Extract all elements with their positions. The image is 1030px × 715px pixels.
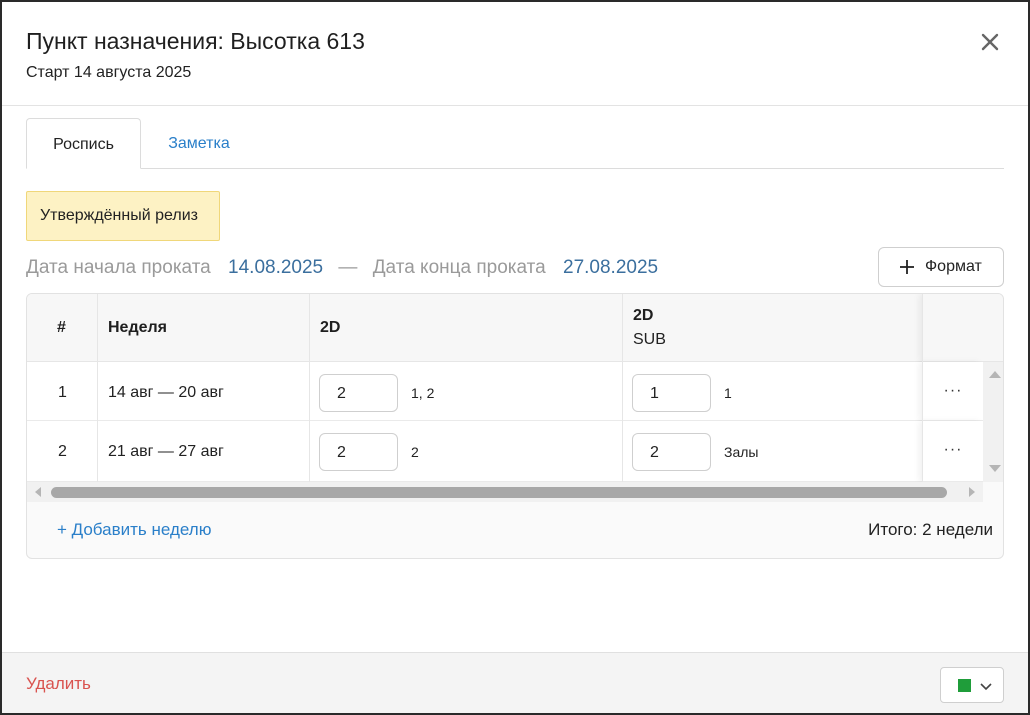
row-number: 1 <box>58 384 67 401</box>
delete-button[interactable]: Удалить <box>26 674 91 694</box>
row-menu-button[interactable]: ··· <box>941 442 965 461</box>
modal-subtitle: Старт 14 августа 2025 <box>26 64 192 81</box>
row-number: 2 <box>58 443 67 460</box>
column-header-num: # <box>57 319 66 336</box>
column-divider <box>922 294 923 482</box>
chevron-down-icon <box>980 683 992 691</box>
column-header-format-2d: 2D <box>320 319 341 336</box>
close-button[interactable] <box>974 26 1006 58</box>
table-header-actions <box>923 294 1003 362</box>
scroll-left-icon[interactable] <box>35 487 41 497</box>
column-divider <box>309 294 310 482</box>
close-icon <box>981 33 999 51</box>
modal-footer: Удалить <box>2 652 1028 713</box>
format-2d-count-input[interactable]: 2 <box>319 374 398 412</box>
tab-note[interactable]: Заметка <box>141 118 257 169</box>
format-2d-count-input[interactable]: 2 <box>319 433 398 471</box>
start-date-value: 14.08.2025 <box>228 257 324 278</box>
color-swatch <box>958 679 971 692</box>
schedule-table: # Неделя 2D 2D SUB 1 14 авг — 20 авг 2 1… <box>27 294 1003 502</box>
format-2d-sub-count-input[interactable]: 2 <box>632 433 711 471</box>
release-dates: Дата начала проката 14.08.2025 — Дата ко… <box>26 257 658 281</box>
format-2d-halls[interactable]: 2 <box>411 444 419 460</box>
format-2d-sub-count-input[interactable]: 1 <box>632 374 711 412</box>
end-date-value: 27.08.2025 <box>563 257 659 278</box>
tab-bar: Роспись Заметка <box>26 118 1004 169</box>
total-weeks: Итого: 2 недели <box>868 520 993 539</box>
status-badge: Утверждённый релиз <box>26 191 220 241</box>
color-select[interactable] <box>940 667 1004 703</box>
modal-header: Пункт назначения: Высотка 613 Старт 14 а… <box>2 2 1028 106</box>
add-week-link[interactable]: + Добавить неделю <box>57 520 211 540</box>
row-menu-button[interactable]: ··· <box>941 383 965 402</box>
date-separator: — <box>338 257 358 278</box>
format-2d-sub-halls[interactable]: Залы <box>724 444 758 460</box>
scroll-right-icon[interactable] <box>969 487 975 497</box>
row-week-range: 21 авг — 27 авг <box>108 443 224 460</box>
modal-title: Пункт назначения: Высотка 613 <box>26 28 365 54</box>
add-format-label: Формат <box>925 258 982 275</box>
scroll-down-icon[interactable] <box>989 465 1001 472</box>
column-divider <box>622 294 623 482</box>
plus-icon <box>900 260 914 274</box>
scroll-up-icon[interactable] <box>989 371 1001 378</box>
column-header-format-2d-sub: 2D <box>633 307 654 324</box>
add-format-button[interactable]: Формат <box>878 247 1004 287</box>
column-divider <box>97 294 98 482</box>
format-2d-sub-halls[interactable]: 1 <box>724 385 732 401</box>
tab-schedule[interactable]: Роспись <box>26 118 141 169</box>
vertical-scrollbar[interactable] <box>983 362 1003 482</box>
horizontal-scrollbar[interactable] <box>27 482 983 502</box>
schedule-table-card: # Неделя 2D 2D SUB 1 14 авг — 20 авг 2 1… <box>26 293 1004 559</box>
row-week-range: 14 авг — 20 авг <box>108 384 224 401</box>
modal-dialog: Пункт назначения: Высотка 613 Старт 14 а… <box>0 0 1030 715</box>
end-date-label: Дата конца проката <box>372 257 546 278</box>
start-date-label: Дата начала проката <box>26 257 211 278</box>
column-header-week: Неделя <box>108 319 168 336</box>
column-header-format-sub-label: SUB <box>633 331 666 348</box>
format-2d-halls[interactable]: 1, 2 <box>411 385 434 401</box>
horizontal-scroll-thumb[interactable] <box>51 487 947 498</box>
